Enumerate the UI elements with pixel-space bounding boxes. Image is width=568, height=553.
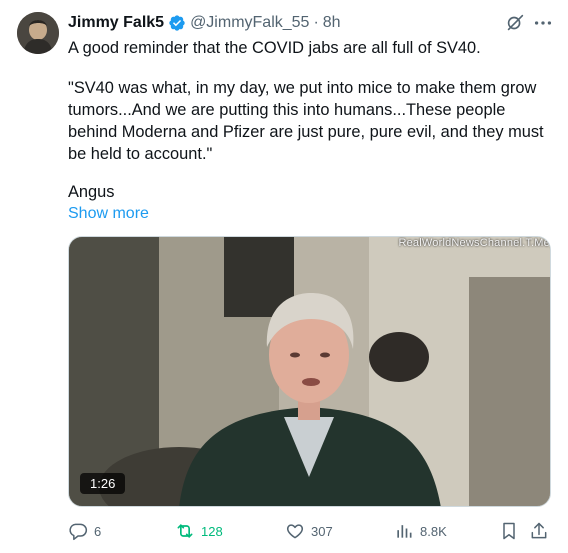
views-button[interactable]: 8.8K [394, 519, 447, 543]
reply-count: 6 [94, 523, 102, 539]
retweet-button[interactable]: 128 [175, 519, 223, 543]
author-name[interactable]: Jimmy Falk5 [68, 14, 164, 32]
tweet-header: Jimmy Falk5 @JimmyFalk_55 · 8h [68, 12, 341, 34]
like-button[interactable]: 307 [285, 519, 333, 543]
video-thumbnail [69, 237, 550, 506]
show-more-link[interactable]: Show more [68, 203, 149, 225]
reply-icon [69, 523, 88, 541]
tweet-signature: Angus [68, 183, 115, 201]
more-icon[interactable] [532, 12, 554, 34]
share-button[interactable] [529, 519, 549, 543]
share-icon [531, 522, 547, 539]
retweet-count: 128 [201, 523, 223, 539]
bookmark-button[interactable] [499, 519, 519, 543]
views-count: 8.8K [420, 523, 447, 539]
bookmark-icon [503, 522, 515, 540]
video-player[interactable]: RealWorldNewsChannel.T.Me 1:26 [68, 236, 551, 507]
avatar[interactable] [17, 12, 59, 54]
author-handle[interactable]: @JimmyFalk_55 [190, 14, 309, 32]
video-duration-badge: 1:26 [80, 473, 126, 494]
reply-button[interactable]: 6 [68, 519, 101, 543]
like-icon [286, 524, 304, 539]
tweet-actions: 6 128 307 8.8K [68, 519, 558, 543]
tweet: Jimmy Falk5 @JimmyFalk_55 · 8h A good re… [0, 0, 568, 553]
tweet-quote: "SV40 was what, in my day, we put into m… [68, 79, 544, 163]
like-count: 307 [311, 523, 333, 539]
retweet-icon [177, 524, 193, 538]
timestamp[interactable]: 8h [323, 14, 341, 32]
tweet-text-line: A good reminder that the COVID jabs are … [68, 39, 481, 57]
verified-badge-icon [168, 14, 186, 32]
separator-dot: · [313, 14, 319, 31]
grok-icon[interactable] [504, 12, 526, 34]
views-icon [397, 525, 412, 538]
video-watermark: RealWorldNewsChannel.T.Me [398, 237, 550, 249]
